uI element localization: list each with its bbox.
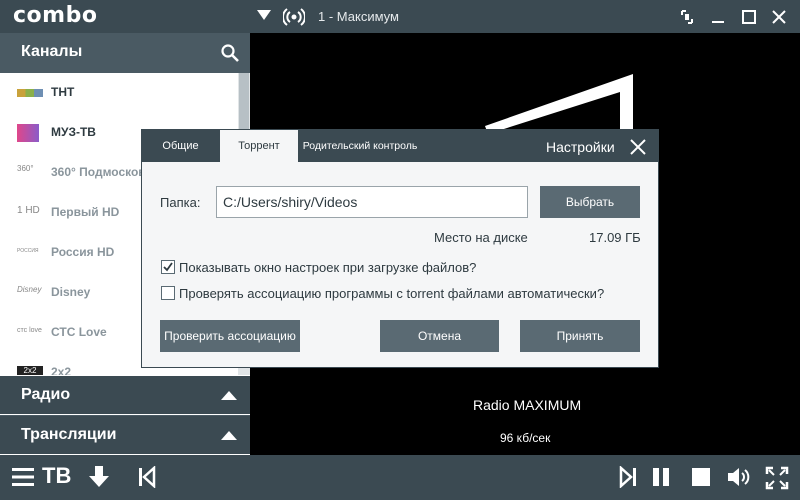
volume-icon[interactable] — [726, 465, 754, 489]
disney-logo: Disney — [17, 285, 42, 294]
chevron-up-icon — [221, 431, 237, 440]
download-arrow-icon[interactable] — [88, 465, 110, 489]
menu-icon[interactable] — [12, 466, 34, 488]
perviy-hd-logo: 1 HD — [17, 205, 40, 216]
pause-icon[interactable] — [651, 466, 673, 488]
station-name: Radio MAXIMUM — [473, 397, 582, 413]
tab-parental-control[interactable]: Родительский контроль — [299, 130, 421, 162]
accept-button[interactable]: Принять — [520, 320, 640, 352]
disk-space-value: 17.09 ГБ — [589, 230, 641, 245]
broadcast-signal-icon[interactable] — [283, 7, 305, 27]
check-association-button[interactable]: Проверить ассоциацию — [160, 320, 300, 352]
restore-icon[interactable] — [676, 6, 698, 28]
sidebar-title: Каналы — [21, 43, 83, 60]
settings-dialog-title: Настройки — [546, 139, 615, 155]
channel-item-tnt[interactable]: ТНТ — [0, 73, 238, 113]
tnt-logo — [17, 89, 43, 97]
2x2-logo: 2x2 — [17, 366, 43, 375]
browse-button[interactable]: Выбрать — [540, 186, 640, 218]
section-radio[interactable]: Радио — [0, 376, 250, 414]
section-radio-label: Радио — [21, 386, 71, 403]
previous-icon[interactable] — [137, 466, 157, 488]
check-association-label: Проверять ассоциацию программы с torrent… — [179, 286, 605, 301]
next-icon[interactable] — [618, 466, 638, 488]
show-settings-checkbox[interactable] — [161, 260, 175, 274]
tv-mode-label[interactable]: ТВ — [42, 463, 71, 489]
maximize-icon[interactable] — [738, 6, 760, 28]
folder-path-input[interactable] — [216, 186, 528, 218]
fullscreen-icon[interactable] — [765, 466, 789, 490]
360-logo: 360° — [17, 164, 34, 173]
section-broadcasts-label: Трансляции — [21, 426, 117, 443]
stream-bitrate: 96 кб/сек — [500, 431, 551, 445]
rossiya-hd-logo: РОССИЯ — [17, 248, 39, 254]
tab-torrent[interactable]: Торрент — [220, 130, 298, 162]
show-settings-label: Показывать окно настроек при загрузке фа… — [179, 260, 477, 275]
control-bar — [0, 455, 800, 500]
app-logo: combo — [13, 3, 98, 28]
folder-label: Папка: — [160, 195, 201, 210]
tab-general[interactable]: Общие — [142, 130, 219, 162]
current-channel: 1 - Максимум — [318, 9, 399, 24]
dropdown-triangle-icon[interactable] — [256, 8, 272, 22]
section-broadcasts[interactable]: Трансляции — [0, 415, 250, 454]
cancel-button[interactable]: Отмена — [380, 320, 499, 352]
chevron-up-icon — [221, 391, 237, 400]
check-association-checkbox[interactable] — [161, 286, 175, 300]
disk-space-label: Место на диске — [434, 230, 528, 245]
dialog-close-icon[interactable] — [629, 138, 647, 156]
search-icon[interactable] — [220, 43, 240, 63]
muz-tv-logo — [17, 124, 39, 142]
stop-icon[interactable] — [690, 466, 712, 488]
sts-love-logo: стс love — [17, 327, 42, 334]
close-icon[interactable] — [768, 6, 790, 28]
minimize-icon[interactable] — [707, 6, 729, 28]
